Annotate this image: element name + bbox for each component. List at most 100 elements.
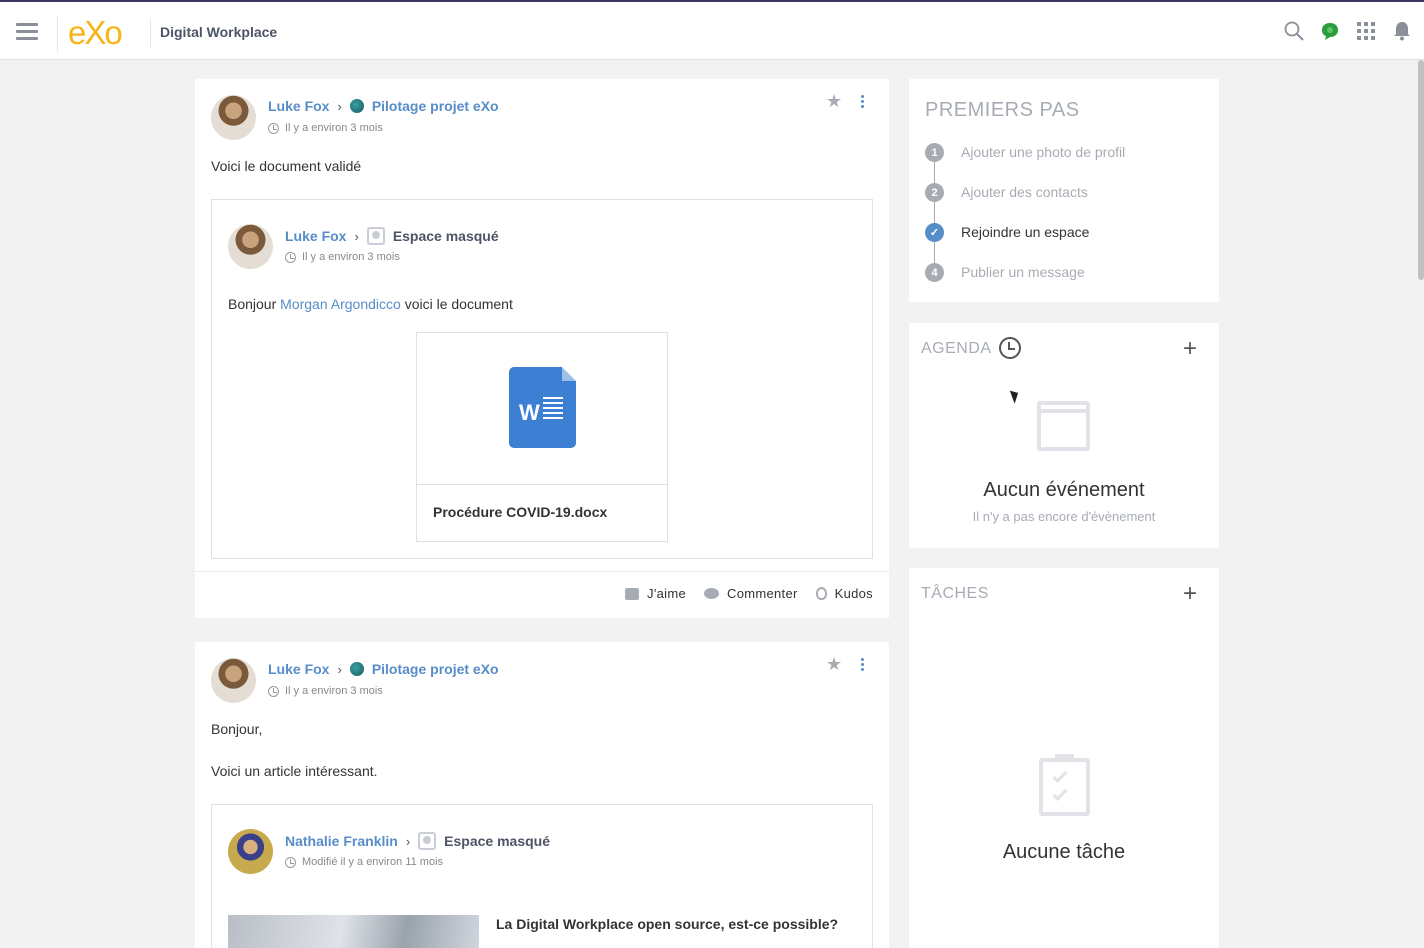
author-link[interactable]: Luke Fox	[268, 98, 329, 114]
thumbs-up-icon	[625, 587, 640, 600]
panel-title: AGENDA	[921, 340, 992, 357]
author-link[interactable]: Luke Fox	[268, 661, 329, 677]
empty-subtitle: Il n'y a pas encore d'évènement	[972, 509, 1156, 524]
shared-activity: Nathalie Franklin › Espace masqué Modifi…	[211, 804, 873, 948]
time-label: Il y a environ 3 mois	[285, 685, 383, 697]
chevron-right-icon: ›	[337, 661, 342, 677]
step-item[interactable]: 2 Ajouter des contacts	[925, 183, 1125, 223]
step-connector	[934, 162, 935, 183]
space-label: Espace masqué	[392, 228, 499, 244]
kudos-button[interactable]: Kudos	[815, 586, 873, 601]
article-title[interactable]: La Digital Workplace open source, est-ce…	[496, 916, 838, 932]
user-mention[interactable]: Morgan Argondicco	[280, 296, 401, 312]
history-icon[interactable]	[999, 337, 1021, 359]
apps-icon[interactable]	[1356, 20, 1376, 42]
favorite-star-icon[interactable]: ★	[826, 654, 842, 675]
clipboard-icon	[1039, 754, 1090, 816]
activity-actions: J'aime Commenter Kudos	[195, 571, 889, 618]
more-actions-icon[interactable]	[861, 95, 865, 110]
kudos-icon	[815, 587, 827, 600]
activity-card: Luke Fox › Pilotage projet eXo Il y a en…	[195, 79, 889, 618]
notifications-icon[interactable]	[1392, 20, 1412, 42]
search-icon[interactable]	[1284, 20, 1304, 42]
step-connector	[934, 242, 935, 263]
more-actions-icon[interactable]	[861, 658, 865, 673]
step-connector	[934, 202, 935, 223]
like-button[interactable]: J'aime	[625, 586, 686, 601]
activity-header: Luke Fox › Pilotage projet eXo	[268, 661, 499, 677]
avatar[interactable]	[228, 829, 273, 874]
kudos-label: Kudos	[834, 586, 873, 601]
steps-list: 1 Ajouter une photo de profil 2 Ajouter …	[925, 143, 1125, 303]
step-item[interactable]: 1 Ajouter une photo de profil	[925, 143, 1125, 183]
document-attachment[interactable]: W Procédure COVID-19.docx	[416, 332, 668, 542]
clock-icon	[285, 856, 296, 868]
activity-time[interactable]: Modifié il y a environ 11 mois	[285, 856, 443, 868]
company-name[interactable]: Digital Workplace	[160, 24, 277, 40]
author-link[interactable]: Nathalie Franklin	[285, 833, 398, 849]
top-bar-icons	[1284, 20, 1412, 42]
step-number: 4	[925, 263, 944, 282]
avatar[interactable]	[211, 658, 256, 703]
activity-header: Luke Fox › Pilotage projet eXo	[268, 98, 499, 114]
document-name: Procédure COVID-19.docx	[433, 504, 608, 520]
clock-icon	[285, 251, 296, 263]
shared-activity: Luke Fox › Espace masqué Il y a environ …	[211, 199, 873, 559]
activity-card: Luke Fox › Pilotage projet eXo Il y a en…	[195, 642, 889, 948]
activity-time[interactable]: Il y a environ 3 mois	[268, 685, 383, 697]
space-avatar	[349, 662, 364, 676]
time-label: Il y a environ 3 mois	[302, 251, 400, 263]
divider	[57, 16, 58, 52]
favorite-star-icon[interactable]: ★	[826, 91, 842, 112]
comment-label: Commenter	[727, 586, 798, 601]
hidden-space-icon	[418, 832, 437, 850]
space-link[interactable]: Pilotage projet eXo	[372, 98, 499, 114]
getting-started-panel: PREMIERS PAS 1 Ajouter une photo de prof…	[909, 79, 1219, 302]
scrollbar[interactable]	[1418, 60, 1424, 948]
activity-time[interactable]: Il y a environ 3 mois	[268, 122, 383, 134]
company-logo[interactable]: eXo	[68, 16, 123, 50]
text-fragment: Bonjour	[228, 296, 277, 312]
author-link[interactable]: Luke Fox	[285, 228, 346, 244]
add-event-button[interactable]: +	[1183, 337, 1197, 361]
add-task-button[interactable]: +	[1183, 582, 1197, 606]
step-label: Rejoindre un espace	[961, 224, 1090, 240]
hidden-space-icon	[366, 227, 385, 245]
time-label: Il y a environ 3 mois	[285, 122, 383, 134]
tasks-panel: TÂCHES + Aucune tâche	[909, 568, 1219, 948]
like-label: J'aime	[647, 586, 687, 601]
chat-icon[interactable]	[1320, 20, 1340, 42]
agenda-panel: AGENDA + Aucun événement Il n'y a pas en…	[909, 323, 1219, 548]
article-thumbnail[interactable]	[228, 915, 479, 948]
step-item[interactable]: ✓ Rejoindre un espace	[925, 223, 1125, 263]
space-label: Espace masqué	[444, 833, 550, 849]
menu-icon[interactable]	[16, 23, 38, 41]
shared-header: Luke Fox › Espace masqué	[285, 227, 499, 245]
chevron-right-icon: ›	[405, 833, 411, 849]
word-document-icon: W	[509, 367, 576, 448]
panel-title: TÂCHES	[921, 585, 989, 602]
empty-title: Aucune tâche	[1002, 841, 1126, 863]
step-label: Ajouter une photo de profil	[961, 144, 1126, 160]
divider	[150, 19, 151, 47]
step-item[interactable]: 4 Publier un message	[925, 263, 1125, 303]
activity-time[interactable]: Il y a environ 3 mois	[285, 251, 400, 263]
avatar[interactable]	[228, 224, 273, 269]
comment-button[interactable]: Commenter	[704, 586, 798, 601]
step-label: Ajouter des contacts	[961, 184, 1088, 200]
activity-text: Bonjour,	[211, 721, 263, 737]
calendar-icon	[1037, 401, 1090, 451]
panel-title: PREMIERS PAS	[925, 99, 1080, 121]
space-avatar	[349, 99, 364, 113]
time-label: Modifié il y a environ 11 mois	[302, 856, 444, 868]
avatar[interactable]	[211, 95, 256, 140]
clock-icon	[268, 685, 279, 697]
step-label: Publier un message	[961, 264, 1085, 280]
document-preview: W	[417, 333, 667, 485]
shared-text: Bonjour Morgan Argondicco voici le docum…	[228, 296, 513, 312]
chevron-right-icon: ›	[337, 98, 342, 114]
empty-title: Aucun événement	[983, 479, 1145, 501]
step-number: 2	[925, 183, 944, 202]
chevron-right-icon: ›	[354, 228, 359, 244]
space-link[interactable]: Pilotage projet eXo	[372, 661, 499, 677]
